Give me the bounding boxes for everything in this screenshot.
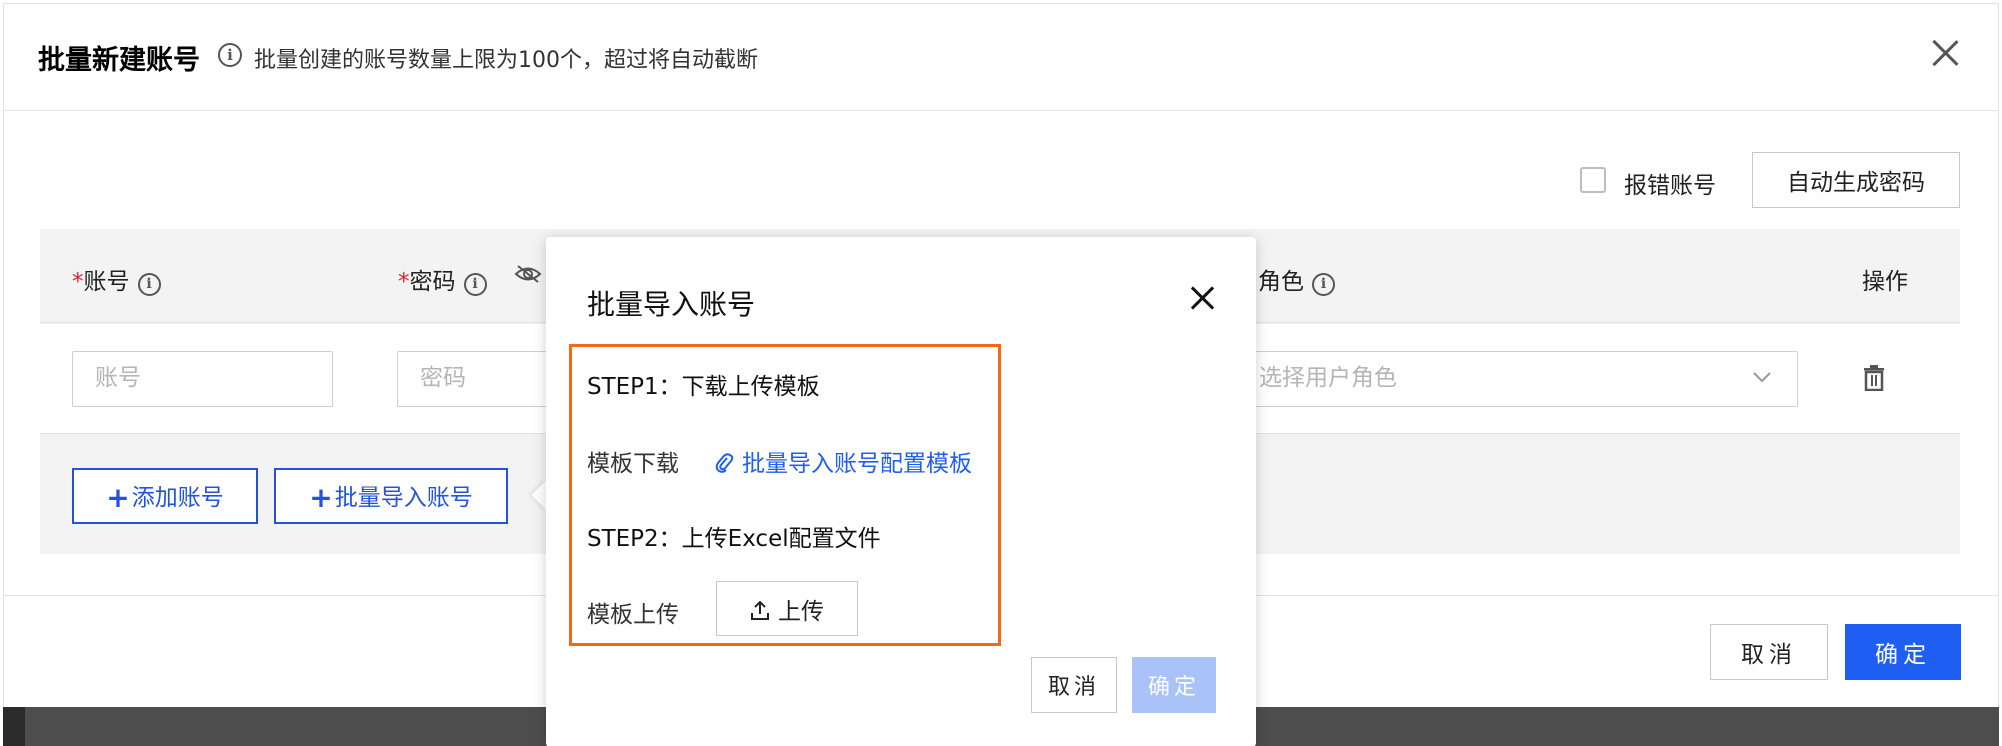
account-input[interactable]: 账号 [72, 351, 333, 407]
upload-button[interactable]: 上传 [716, 581, 858, 636]
dialog-tip: 批量创建的账号数量上限为100个，超过将自动截断 [254, 48, 758, 73]
dialog-cancel-button[interactable]: 取消 [1710, 624, 1828, 680]
step2-text: STEP2：上传Excel配置文件 [587, 526, 881, 552]
template-upload-label: 模板上传 [587, 602, 679, 628]
popover-title: 批量导入账号 [587, 288, 756, 321]
info-icon: i [137, 273, 161, 296]
popover-cancel-button[interactable]: 取消 [1031, 657, 1117, 713]
required-marker: * [72, 269, 84, 295]
plus-icon: + [309, 481, 333, 514]
dialog-confirm-button[interactable]: 确定 [1845, 624, 1961, 680]
upload-icon [751, 600, 769, 620]
trash-icon[interactable] [1862, 365, 1886, 391]
template-download-label: 模板下载 [587, 451, 679, 477]
column-header-actions: 操作 [1862, 269, 1908, 295]
error-account-label: 报错账号 [1624, 173, 1716, 199]
plus-icon: + [106, 481, 130, 514]
auto-generate-password-button[interactable]: 自动生成密码 [1752, 152, 1960, 208]
chevron-down-icon [1753, 372, 1771, 383]
popover-confirm-button[interactable]: 确定 [1132, 657, 1216, 713]
info-icon: i [218, 43, 242, 67]
template-download-link[interactable]: 批量导入账号配置模板 [714, 444, 972, 478]
step1-text: STEP1：下载上传模板 [587, 374, 820, 400]
column-header-account: *账号 i [72, 262, 161, 296]
eye-off-icon[interactable] [514, 264, 542, 284]
column-header-role: 角色 i [1258, 262, 1335, 296]
error-account-checkbox[interactable] [1580, 167, 1606, 193]
role-select[interactable]: 选择用户角色 [1220, 351, 1798, 407]
popover-close-icon[interactable] [1190, 285, 1216, 311]
dialog-title: 批量新建账号 [38, 45, 200, 76]
close-icon[interactable] [1928, 36, 1962, 70]
required-marker: * [398, 269, 410, 295]
column-header-password: *密码 i [398, 262, 487, 296]
add-account-button[interactable]: +添加账号 [72, 468, 258, 524]
batch-import-button[interactable]: +批量导入账号 [274, 468, 508, 524]
attachment-icon [715, 453, 734, 473]
info-icon: i [463, 273, 487, 296]
info-icon: i [1312, 273, 1335, 296]
